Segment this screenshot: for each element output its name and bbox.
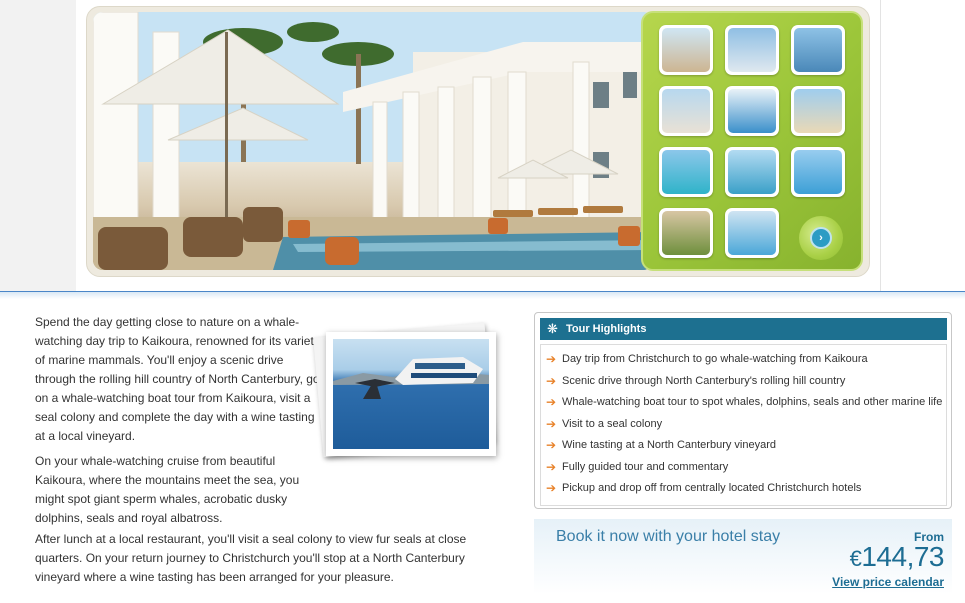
- gallery-next-button[interactable]: ›: [799, 216, 843, 260]
- tour-highlights-title: Tour Highlights: [566, 323, 647, 335]
- tour-description: Spend the day getting close to nature on…: [35, 313, 325, 534]
- thumb-island[interactable]: [725, 147, 779, 197]
- thumbnail-image: [662, 89, 710, 133]
- thumbnail-image: [728, 28, 776, 72]
- hero-illustration: [93, 12, 653, 270]
- arrow-right-icon: ➔: [546, 373, 557, 388]
- thumbnail-image: [794, 89, 842, 133]
- view-price-calendar-link[interactable]: View price calendar: [832, 575, 944, 589]
- thumb-lagoon[interactable]: [659, 147, 713, 197]
- left-margin: [0, 0, 76, 292]
- list-item: ➔ Whale-watching boat tour to spot whales…: [541, 392, 946, 414]
- thumbnail-image: [662, 150, 710, 194]
- right-margin: [880, 0, 965, 292]
- thumb-palm-beach[interactable]: [791, 86, 845, 136]
- thumb-tower-blue[interactable]: [725, 25, 779, 75]
- hero-photo-hotel-pool: [93, 12, 653, 270]
- arrow-right-icon: ➔: [546, 438, 557, 452]
- thumbnail-image: [728, 211, 776, 255]
- thumbnail-image: [662, 28, 710, 72]
- book-now-title: Book it now with your hotel stay: [556, 528, 781, 545]
- booking-bar: Book it now with your hotel stay From €1…: [534, 519, 952, 594]
- list-item: ➔ Visit to a seal colony: [541, 414, 946, 436]
- thumbnail-image: [728, 150, 776, 194]
- thumb-garden[interactable]: [659, 208, 713, 258]
- thumbnail-image: [794, 150, 842, 194]
- thumbnail-gallery: ›: [641, 11, 863, 271]
- thumb-hotel-terrace[interactable]: [659, 25, 713, 75]
- arrow-right-icon: ➔: [546, 481, 557, 495]
- thumbnail-image: [728, 89, 776, 133]
- thumb-highrise[interactable]: [659, 86, 713, 136]
- section-divider: [0, 291, 965, 299]
- description-paragraph-2: On your whale-watching cruise from beaut…: [35, 454, 300, 525]
- list-item: ➔ Pickup and drop off from centrally loca…: [541, 478, 946, 500]
- tour-highlights-panel: ❋ Tour Highlights ➔ Day trip from Christc…: [534, 312, 952, 509]
- thumbnail-image: [794, 28, 842, 72]
- list-item: ➔ Fully guided tour and commentary: [541, 457, 946, 479]
- arrow-right-icon: ➔: [546, 395, 557, 409]
- whale-tour-photo: [326, 332, 496, 456]
- currency-symbol: €: [849, 546, 862, 571]
- list-item: ➔ Wine tasting at a North Canterbury vine…: [541, 435, 946, 457]
- arrow-right-icon: ➔: [546, 352, 557, 366]
- tour-highlights-header: ❋ Tour Highlights: [540, 318, 947, 340]
- snowflake-icon: ❋: [547, 321, 558, 336]
- list-item: ➔ Scenic drive through North Canterbury's…: [541, 371, 946, 393]
- whale-watching-boat-image: [333, 339, 489, 449]
- arrow-right-icon: ➔: [546, 416, 557, 431]
- list-item: ➔ Day trip from Christchurch to go whale-…: [541, 349, 946, 371]
- description-paragraph-1: Spend the day getting close to nature on…: [35, 315, 320, 443]
- thumb-resort-pool[interactable]: [791, 147, 845, 197]
- price-amount: 144,73: [861, 541, 944, 572]
- tour-highlights-list: ➔ Day trip from Christchurch to go whale-…: [540, 344, 947, 506]
- thumb-lifebuoy[interactable]: [725, 86, 779, 136]
- thumb-bridge[interactable]: [791, 25, 845, 75]
- arrow-right-icon: ➔: [546, 459, 557, 474]
- description-paragraph-3: After lunch at a local restaurant, you'l…: [35, 532, 467, 584]
- chevron-right-icon: ›: [810, 227, 832, 249]
- thumbnail-image: [662, 211, 710, 255]
- thumb-pool-deck[interactable]: [725, 208, 779, 258]
- price-value: €144,73: [849, 541, 945, 573]
